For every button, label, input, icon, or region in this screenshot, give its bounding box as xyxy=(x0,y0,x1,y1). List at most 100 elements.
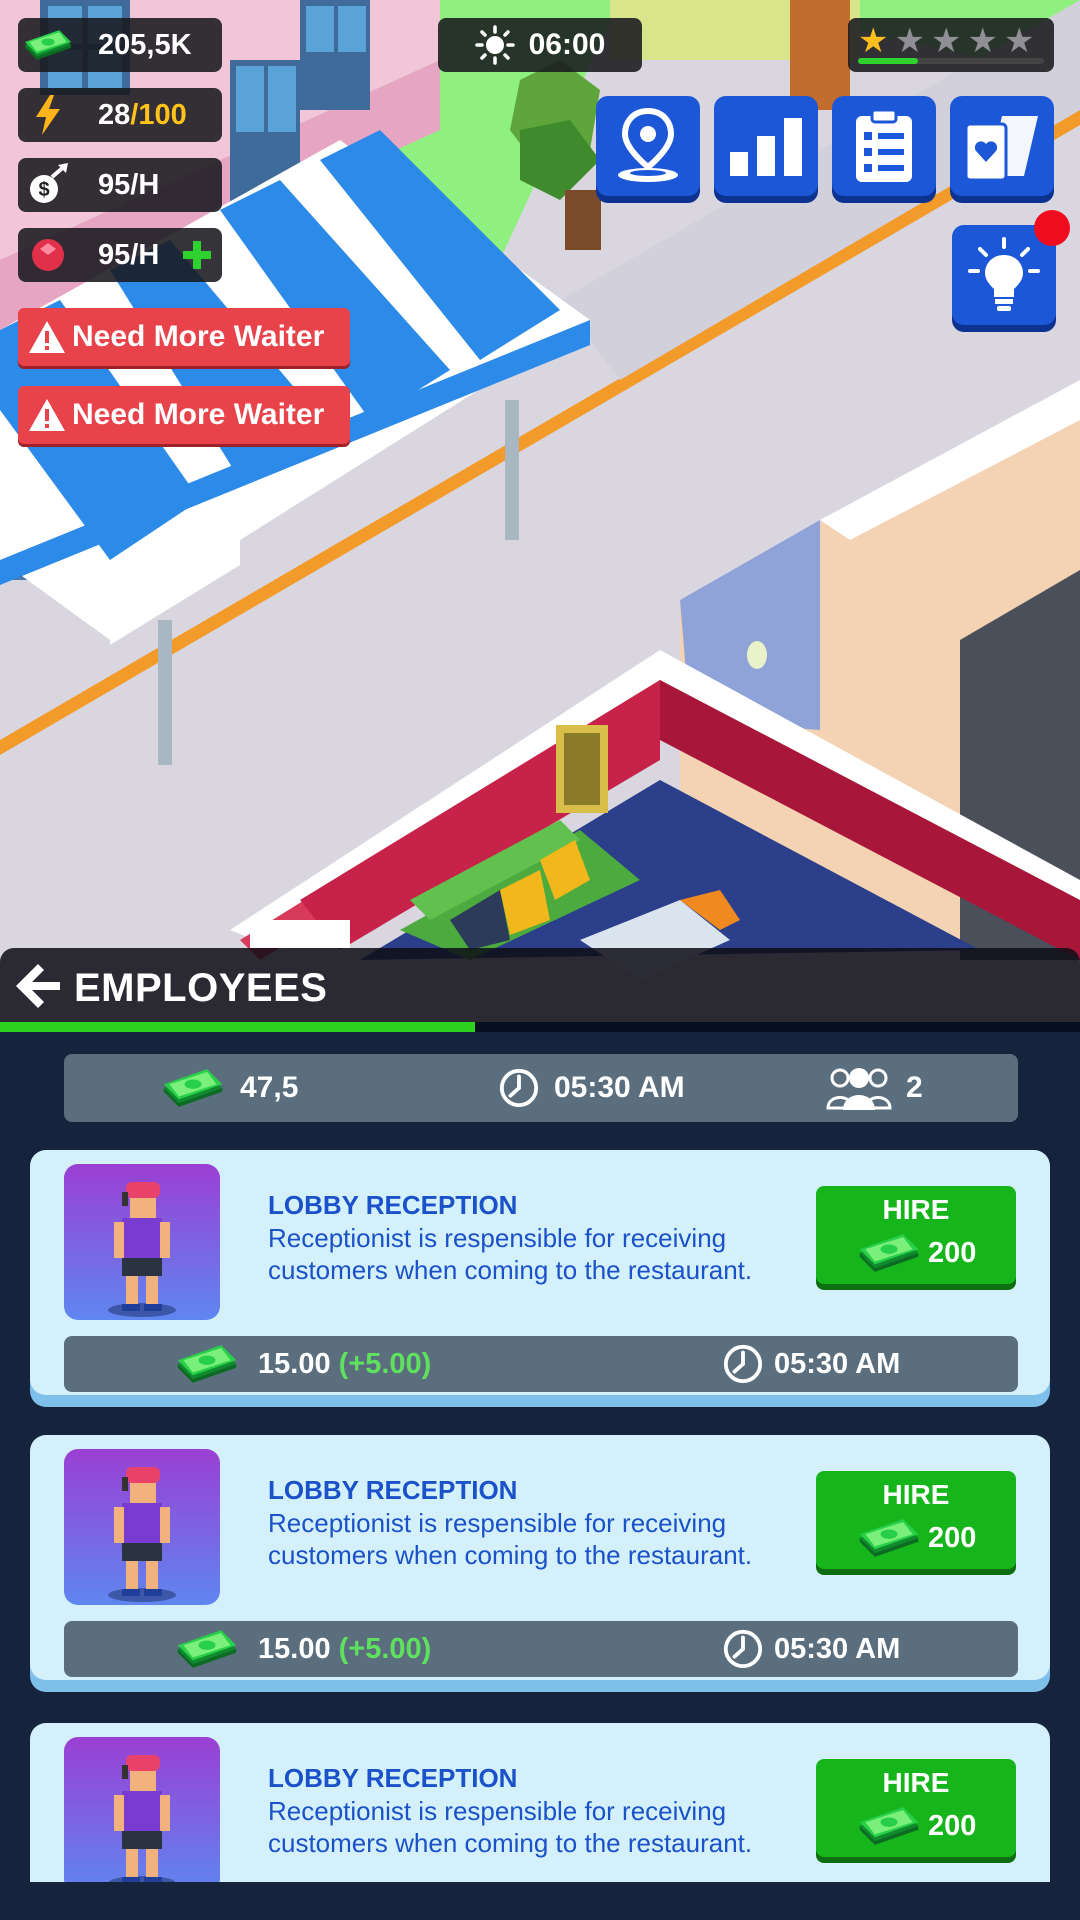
hire-price: 200 xyxy=(856,1232,976,1274)
lightning-icon xyxy=(18,88,78,142)
star-empty-icon: ★ xyxy=(967,21,998,61)
hire-price: 200 xyxy=(856,1517,976,1559)
hire-button[interactable]: HIRE 200 xyxy=(816,1186,1016,1284)
clock-icon xyxy=(498,1067,540,1109)
employee-stats-bar: 15.00 (+5.00) 05:30 AM xyxy=(64,1336,1018,1392)
employee-card: LOBBY RECEPTION Receptionist is respensi… xyxy=(30,1150,1050,1395)
energy-counter: 28/100 xyxy=(18,88,222,142)
hire-button[interactable]: HIRE 200 xyxy=(816,1471,1016,1569)
employee-card: LOBBY RECEPTION Receptionist is respensi… xyxy=(30,1723,1050,1882)
employee-avatar xyxy=(64,1737,220,1882)
money-value: 205,5K xyxy=(98,28,192,61)
cash-icon xyxy=(160,1067,226,1109)
employees-panel-header: EMPLOYEES xyxy=(0,948,1080,1032)
map-button[interactable] xyxy=(596,96,700,196)
summary-staff: 2 xyxy=(826,1054,923,1122)
income-rate-value: 95/H xyxy=(98,168,160,201)
staff-group-icon xyxy=(826,1068,892,1110)
hire-label: HIRE xyxy=(882,1194,950,1225)
summary-time: 05:30 AM xyxy=(498,1054,685,1122)
employee-role: LOBBY RECEPTION xyxy=(268,1190,518,1220)
wage-bonus: (+5.00) xyxy=(338,1632,432,1665)
warning-text: Need More Waiter xyxy=(72,320,325,353)
notification-badge xyxy=(1034,210,1070,246)
employee-wage: 15.00 (+5.00) xyxy=(174,1621,431,1677)
tasks-button[interactable] xyxy=(832,96,936,196)
hire-label: HIRE xyxy=(882,1479,950,1510)
star-empty-icon: ★ xyxy=(894,21,925,61)
energy-max: /100 xyxy=(130,98,187,131)
money-counter: 205,5K xyxy=(18,18,222,72)
cash-icon xyxy=(856,1232,922,1274)
employee-card: LOBBY RECEPTION Receptionist is respensi… xyxy=(30,1435,1050,1680)
ruby-icon xyxy=(18,228,78,282)
employee-role: LOBBY RECEPTION xyxy=(268,1475,518,1505)
money-growth-icon: $ xyxy=(18,158,78,212)
clock-icon xyxy=(722,1343,764,1385)
clock-time: 06:00 xyxy=(528,28,606,61)
cash-icon xyxy=(856,1805,922,1847)
shift-time: 05:30 AM xyxy=(774,1632,901,1665)
hire-price: 200 xyxy=(856,1805,976,1847)
energy-current: 28 xyxy=(98,98,131,131)
hire-cost: 200 xyxy=(928,1236,977,1269)
clock-icon xyxy=(722,1628,764,1670)
hire-cost: 200 xyxy=(928,1521,977,1554)
employee-avatar xyxy=(64,1449,220,1605)
summary-money: 47,5 xyxy=(160,1054,298,1122)
rating-progress-bar xyxy=(858,58,1044,64)
warning-text: Need More Waiter xyxy=(72,398,325,431)
employees-summary-bar: 47,5 05:30 AM 2 xyxy=(64,1054,1018,1122)
rating-stars: ★ ★ ★ ★ ★ xyxy=(858,22,1034,60)
cash-icon xyxy=(18,18,78,72)
warning-triangle-icon xyxy=(28,320,72,354)
star-filled-icon: ★ xyxy=(858,21,889,61)
shift-time: 05:30 AM xyxy=(774,1347,901,1380)
map-pin-icon xyxy=(618,107,678,182)
lightbulb-icon xyxy=(968,237,1040,311)
panel-progress-bar xyxy=(0,1022,1080,1032)
cards-heart-icon xyxy=(964,116,1038,182)
svg-text:$: $ xyxy=(38,179,49,201)
wage-value: 15.00 xyxy=(258,1347,331,1380)
cards-button[interactable] xyxy=(950,96,1054,196)
bar-chart-icon xyxy=(730,118,802,176)
sun-icon xyxy=(474,25,515,65)
employee-avatar xyxy=(64,1164,220,1320)
warning-need-waiter[interactable]: Need More Waiter xyxy=(18,308,350,366)
income-rate-counter: $ 95/H xyxy=(18,158,222,212)
cash-icon xyxy=(856,1517,922,1559)
employees-panel[interactable]: 47,5 05:30 AM 2 LOBBY RECEPTION Receptio… xyxy=(0,1032,1080,1882)
bottom-safe-area xyxy=(0,1882,1080,1920)
employee-description: Receptionist is respensible for receivin… xyxy=(268,1796,753,1858)
wage-value: 15.00 xyxy=(258,1632,331,1665)
summary-time-value: 05:30 AM xyxy=(554,1071,685,1104)
employee-description: Receptionist is respensible for receivin… xyxy=(268,1223,753,1285)
star-empty-icon: ★ xyxy=(930,21,962,61)
employee-shift: 05:30 AM xyxy=(722,1336,900,1392)
gem-rate-value: 95/H xyxy=(98,238,160,271)
statistics-button[interactable] xyxy=(714,96,818,196)
hire-cost: 200 xyxy=(928,1809,977,1842)
employee-description: Receptionist is respensible for receivin… xyxy=(268,1508,753,1570)
employee-role: LOBBY RECEPTION xyxy=(268,1763,518,1793)
hire-label: HIRE xyxy=(882,1767,950,1798)
warning-triangle-icon xyxy=(28,398,72,432)
back-arrow-icon[interactable] xyxy=(14,962,62,1010)
employee-shift: 05:30 AM xyxy=(722,1621,900,1677)
warning-need-waiter[interactable]: Need More Waiter xyxy=(18,386,350,444)
wage-bonus: (+5.00) xyxy=(338,1347,432,1380)
clipboard-checklist-icon xyxy=(856,108,912,182)
panel-title: EMPLOYEES xyxy=(74,966,328,1010)
star-empty-icon: ★ xyxy=(1003,21,1035,61)
cash-icon xyxy=(174,1628,240,1670)
restaurant-rating[interactable]: ★ ★ ★ ★ ★ xyxy=(848,18,1054,72)
add-gems-plus-icon[interactable] xyxy=(180,238,214,272)
game-clock: 06:00 xyxy=(438,18,642,72)
employee-wage: 15.00 (+5.00) xyxy=(174,1336,431,1392)
employee-stats-bar: 15.00 (+5.00) 05:30 AM xyxy=(64,1621,1018,1677)
summary-staff-value: 2 xyxy=(906,1071,923,1104)
cash-icon xyxy=(174,1343,240,1385)
gem-rate-counter: 95/H xyxy=(18,228,222,282)
hire-button[interactable]: HIRE 200 xyxy=(816,1759,1016,1857)
